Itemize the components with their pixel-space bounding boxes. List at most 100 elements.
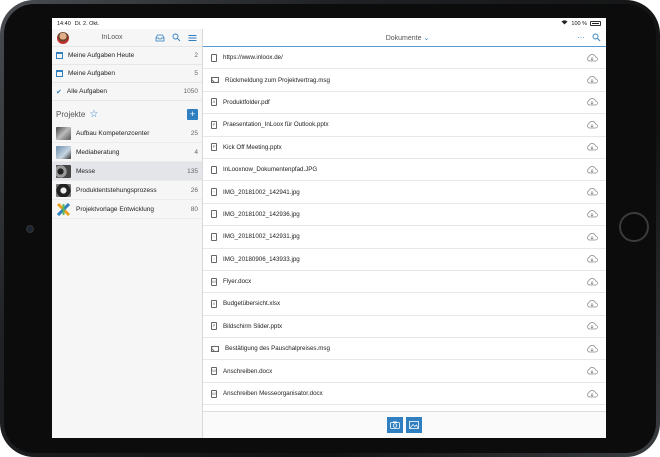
doc-icon bbox=[211, 165, 217, 174]
calendar-icon bbox=[56, 70, 63, 77]
calendar-icon bbox=[56, 52, 63, 59]
document-label: Budgetübersicht.xlsx bbox=[223, 300, 281, 308]
cloud-download-icon[interactable] bbox=[586, 232, 598, 241]
document-row[interactable]: https://www.inloox.de/ bbox=[203, 47, 606, 70]
project-thumbnail bbox=[56, 126, 71, 140]
project-label: Projektvorlage Entwicklung bbox=[76, 205, 155, 213]
wifi-icon bbox=[561, 20, 568, 27]
document-label: Produktfolder.pdf bbox=[223, 98, 270, 106]
checkmark-icon: ✔ bbox=[56, 88, 62, 96]
image-icon: ▫ bbox=[211, 188, 217, 197]
project-thumbnail bbox=[56, 183, 71, 197]
document-label: Anschreiben.docx bbox=[223, 367, 273, 375]
document-row[interactable]: ▫ IMG_20181002_142931.jpg bbox=[203, 226, 606, 249]
document-row[interactable]: Rückmeldung zum Projektvertrag.msg bbox=[203, 69, 606, 92]
project-item[interactable]: Projektvorlage Entwicklung 80 bbox=[52, 200, 202, 219]
cloud-download-icon[interactable] bbox=[586, 98, 598, 106]
status-date: Di. 2. Okt. bbox=[74, 20, 100, 27]
gallery-button[interactable] bbox=[406, 417, 422, 433]
add-project-button[interactable]: + bbox=[187, 108, 198, 120]
cloud-download-icon[interactable] bbox=[586, 210, 598, 218]
cloud-download-icon[interactable] bbox=[586, 389, 598, 398]
document-row[interactable]: W Anschreiben.docx bbox=[203, 360, 606, 383]
project-count: 26 bbox=[190, 186, 198, 194]
project-item[interactable]: Mediaberatung 4 bbox=[52, 143, 202, 162]
cloud-download-icon[interactable] bbox=[586, 277, 598, 286]
cloud-download-icon[interactable] bbox=[586, 165, 598, 174]
task-item-today[interactable]: Meine Aufgaben Heute 2 bbox=[52, 47, 202, 65]
camera-button[interactable] bbox=[387, 417, 403, 433]
task-item-all[interactable]: ✔ Alle Aufgaben 1050 bbox=[52, 83, 202, 101]
document-label: Kick Off Meeting.pptx bbox=[223, 143, 282, 151]
document-row[interactable]: InLooxnow_Dokumentenpfad.JPG bbox=[203, 159, 606, 182]
document-list: https://www.inloox.de/Rückmeldung zum Pr… bbox=[203, 47, 606, 427]
word-icon: W bbox=[211, 277, 217, 286]
main-panel: Dokumente ⌄ ··· https://www.inloox.de/Rü… bbox=[203, 29, 606, 438]
document-row[interactable]: P Kick Off Meeting.pptx bbox=[203, 137, 606, 159]
doc-icon bbox=[211, 53, 217, 62]
excel-icon: X bbox=[211, 299, 217, 308]
main-title[interactable]: Dokumente ⌄ bbox=[386, 34, 430, 42]
sidebar: InLoox Meine Aufgaben Heute 2 Meine Aufg… bbox=[52, 29, 203, 438]
document-row[interactable]: A Produktfolder.pdf bbox=[203, 92, 606, 115]
mail-icon bbox=[211, 345, 219, 352]
inbox-icon[interactable] bbox=[155, 34, 165, 42]
cloud-download-icon[interactable] bbox=[586, 322, 598, 330]
project-list: Aufbau Kompetenzcenter 25 Mediaberatung … bbox=[52, 124, 202, 219]
bottom-toolbar bbox=[203, 411, 606, 438]
cloud-download-icon[interactable] bbox=[586, 255, 598, 263]
projects-header: Projekte ☆ + bbox=[52, 104, 202, 124]
cloud-download-icon[interactable] bbox=[586, 143, 598, 151]
document-row[interactable]: W Anschreiben Messeorganisator.docx bbox=[203, 383, 606, 406]
document-label: Praesentation_InLoox für Outlook.pptx bbox=[223, 121, 329, 129]
cloud-download-icon[interactable] bbox=[586, 121, 598, 129]
search-icon[interactable] bbox=[172, 33, 181, 42]
image-icon: ▫ bbox=[211, 210, 217, 219]
cloud-download-icon[interactable] bbox=[586, 300, 598, 308]
document-label: https://www.inloox.de/ bbox=[223, 54, 283, 62]
pdf-icon: A bbox=[211, 98, 217, 107]
ppt-icon: P bbox=[211, 322, 217, 331]
document-row[interactable]: P Bildschirm Slider.pptx bbox=[203, 316, 606, 339]
project-label: Produktentstehungsprozess bbox=[76, 186, 157, 194]
project-item[interactable]: Aufbau Kompetenzcenter 25 bbox=[52, 124, 202, 143]
document-row[interactable]: Bestätigung des Pauschalpreises.msg bbox=[203, 338, 606, 361]
document-row[interactable]: ▫ IMG_20181002_142941.jpg bbox=[203, 181, 606, 204]
project-label: Aufbau Kompetenzcenter bbox=[76, 129, 150, 137]
document-label: Flyer.docx bbox=[223, 278, 252, 286]
document-row[interactable]: X Budgetübersicht.xlsx bbox=[203, 293, 606, 316]
image-icon: ▫ bbox=[211, 255, 217, 264]
home-button[interactable] bbox=[619, 212, 649, 242]
task-count: 5 bbox=[194, 70, 198, 77]
main-title-text: Dokumente bbox=[385, 34, 422, 42]
project-item-selected[interactable]: Messe 135 bbox=[52, 162, 202, 181]
search-icon[interactable] bbox=[592, 33, 601, 42]
document-label: Anschreiben Messeorganisator.docx bbox=[223, 390, 323, 398]
battery-icon bbox=[590, 21, 601, 26]
document-row[interactable]: ▫ IMG_20181002_142936.jpg bbox=[203, 204, 606, 227]
document-row[interactable]: P Praesentation_InLoox für Outlook.pptx bbox=[203, 114, 606, 137]
project-item[interactable]: Produktentstehungsprozess 26 bbox=[52, 181, 202, 200]
document-row[interactable]: ▫ IMG_20180906_143933.jpg bbox=[203, 249, 606, 271]
document-row[interactable]: W Flyer.docx bbox=[203, 271, 606, 294]
battery-percent: 100 % bbox=[571, 20, 587, 27]
chevron-down-icon: ⌄ bbox=[423, 34, 430, 42]
cloud-download-icon[interactable] bbox=[586, 344, 598, 353]
document-label: InLooxnow_Dokumentenpfad.JPG bbox=[223, 166, 318, 174]
menu-icon[interactable] bbox=[188, 34, 197, 42]
cloud-download-icon[interactable] bbox=[586, 76, 598, 84]
avatar[interactable] bbox=[57, 31, 69, 44]
task-label: Meine Aufgaben Heute bbox=[68, 52, 135, 59]
document-label: IMG_20180906_143933.jpg bbox=[223, 255, 300, 263]
project-thumbnail bbox=[56, 145, 71, 159]
sidebar-header: InLoox bbox=[52, 29, 202, 47]
cloud-download-icon[interactable] bbox=[586, 53, 598, 62]
word-icon: W bbox=[211, 367, 217, 376]
ppt-icon: P bbox=[211, 120, 217, 129]
task-label: Meine Aufgaben bbox=[68, 70, 115, 77]
task-item-mine[interactable]: Meine Aufgaben 5 bbox=[52, 65, 202, 83]
more-icon[interactable]: ··· bbox=[577, 33, 585, 42]
star-icon[interactable]: ☆ bbox=[89, 109, 98, 120]
cloud-download-icon[interactable] bbox=[586, 367, 598, 375]
cloud-download-icon[interactable] bbox=[586, 188, 598, 196]
